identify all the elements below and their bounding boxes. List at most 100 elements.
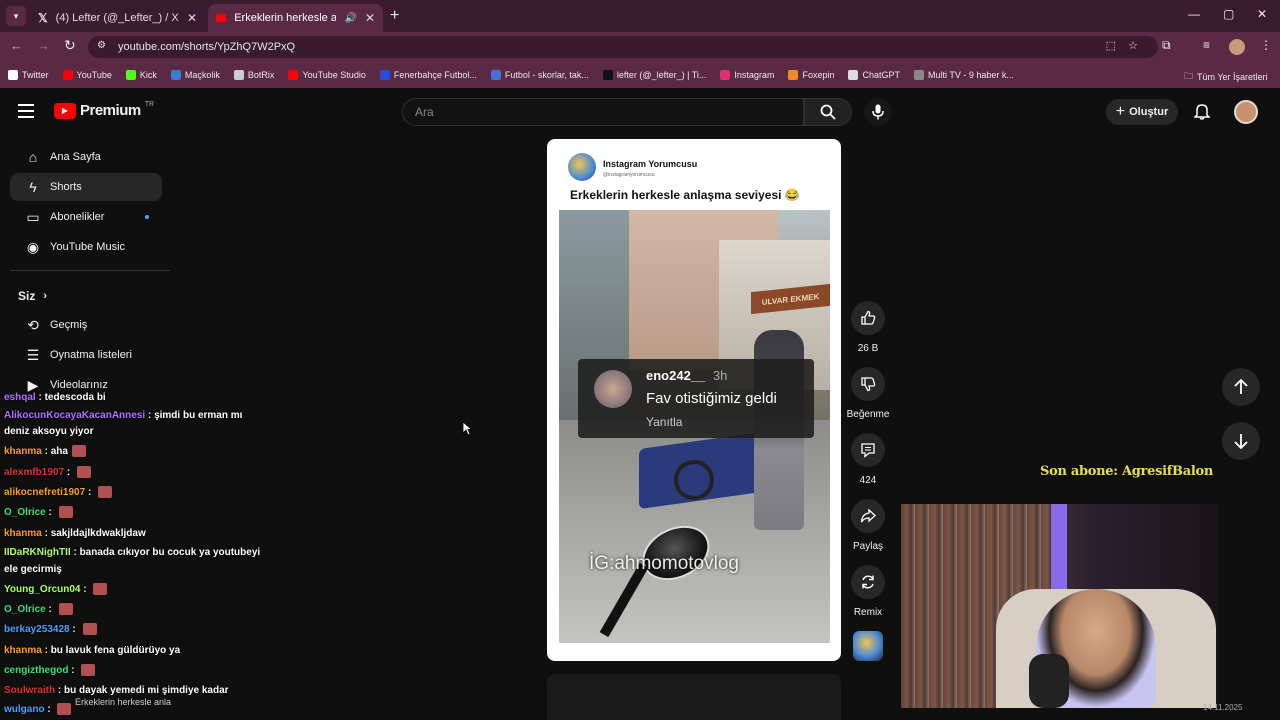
- sidebar-item-history[interactable]: ⟲ Geçmiş: [10, 311, 162, 339]
- sound-thumbnail[interactable]: [853, 631, 883, 661]
- chat-username: cengizthegod: [4, 665, 69, 676]
- bookmark-star-icon[interactable]: ☆: [1128, 39, 1138, 52]
- short-title: Erkeklerin herkesle anlaşma seviyesi 😂: [570, 188, 800, 202]
- like-button[interactable]: [851, 301, 885, 335]
- previous-short-button[interactable]: [1222, 368, 1260, 406]
- create-button[interactable]: + Oluştur: [1106, 99, 1178, 125]
- sidebar-section-you[interactable]: Siz ›: [18, 289, 47, 303]
- sidebar-item-music[interactable]: ◉ YouTube Music: [10, 233, 162, 261]
- sidebar-item-shorts[interactable]: ϟ Shorts: [10, 173, 162, 201]
- bookmark-item[interactable]: Futbol - skorlar, tak...: [490, 70, 589, 80]
- dislike-label: Beğenme: [846, 409, 890, 420]
- remix-button[interactable]: [851, 565, 885, 599]
- maximize-icon[interactable]: ▢: [1223, 7, 1234, 21]
- new-tab-button[interactable]: +: [390, 7, 399, 25]
- mouse-cursor-icon: [462, 421, 473, 441]
- youtube-play-icon: ▶: [54, 102, 76, 119]
- arrow-down-icon: [1234, 434, 1248, 449]
- voice-search-button[interactable]: [864, 98, 892, 126]
- sidebar-divider: [10, 270, 170, 271]
- like-action[interactable]: 26 B: [850, 301, 886, 354]
- chat-message: ele gecirmiş: [4, 560, 62, 579]
- bookmark-item[interactable]: Multi TV - 9 haber k...: [914, 70, 1014, 80]
- forward-icon[interactable]: →: [37, 38, 50, 53]
- search-input[interactable]: Ara: [402, 98, 804, 126]
- site-info-icon[interactable]: ⚙: [97, 40, 106, 51]
- bookmark-item[interactable]: lefter (@_lefter_) | Ti...: [602, 70, 706, 80]
- share-icon: [860, 508, 876, 523]
- profile-avatar[interactable]: [1229, 39, 1245, 55]
- install-icon[interactable]: ⬚: [1106, 39, 1116, 52]
- bookmark-item[interactable]: YouTube: [62, 70, 112, 80]
- browser-tab-bar: ▾ 𝕏 (4) Lefter (@_Lefter_) / X ✕ Erkekle…: [0, 0, 1280, 32]
- dislike-button[interactable]: [851, 367, 885, 401]
- share-action[interactable]: Paylaş: [850, 499, 886, 552]
- bookmark-item[interactable]: Kick: [125, 70, 157, 80]
- address-bar[interactable]: ⚙ youtube.com/shorts/YpZhQ7W2PxQ ⬚ ☆: [88, 36, 1158, 58]
- chat-message: O_Olrice :: [4, 503, 73, 522]
- thumbs-up-icon: [861, 310, 876, 325]
- hamburger-menu-icon[interactable]: [18, 104, 34, 118]
- close-icon[interactable]: ✕: [187, 11, 197, 25]
- chat-message: cengizthegod :: [4, 661, 96, 680]
- folder-icon: 🗀: [1184, 71, 1194, 81]
- bookmark-favicon-icon: [233, 70, 244, 80]
- chat-message: eshqal : tedescoda bi: [4, 392, 106, 403]
- cart-wheel: [674, 460, 714, 500]
- tab-label: Erkeklerin herkesle anlaşma: [234, 12, 337, 24]
- sidebar-item-home[interactable]: ⌂ Ana Sayfa: [10, 143, 162, 171]
- tab-youtube[interactable]: Erkeklerin herkesle anlaşma 🔊 ✕: [208, 4, 383, 32]
- reload-icon[interactable]: ↻: [64, 37, 76, 54]
- chat-username: O_Olrice: [4, 604, 46, 615]
- media-icon[interactable]: ≡: [1203, 38, 1210, 52]
- bookmark-item[interactable]: YouTube Studio: [288, 70, 366, 80]
- chat-username: IIDaRKNighTII: [4, 547, 71, 558]
- tab-list-icon[interactable]: ▾: [6, 6, 26, 26]
- search-button[interactable]: [804, 98, 852, 126]
- chat-text: aha: [50, 446, 68, 457]
- next-short-button[interactable]: [1222, 422, 1260, 460]
- channel-avatar[interactable]: [568, 153, 596, 181]
- account-avatar[interactable]: [1234, 100, 1258, 124]
- chat-message: wulgano :: [4, 700, 72, 719]
- speaker-icon[interactable]: 🔊: [344, 13, 356, 24]
- bookmark-item[interactable]: BotRix: [233, 70, 274, 80]
- chat-text: bu dayak yemedi mi şimdiye kadar: [64, 685, 229, 696]
- bookmark-favicon-icon: [720, 70, 731, 80]
- comments-action[interactable]: 424: [850, 433, 886, 486]
- webcam-overlay: [901, 504, 1219, 708]
- comments-button[interactable]: [851, 433, 885, 467]
- plus-icon: +: [1115, 103, 1126, 120]
- remix-action[interactable]: Remix: [850, 565, 886, 618]
- chat-message: khanma : bu lavuk fena güldürüyo ya: [4, 645, 181, 656]
- close-icon[interactable]: ✕: [365, 11, 375, 25]
- share-label: Paylaş: [852, 541, 883, 552]
- bookmark-item[interactable]: Fenerbahçe Futbol...: [379, 70, 477, 80]
- sidebar-item-playlist[interactable]: ☰ Oynatma listeleri: [10, 341, 162, 369]
- minimize-icon[interactable]: —: [1188, 7, 1200, 21]
- notifications-icon[interactable]: [1193, 103, 1211, 125]
- remix-icon: [862, 575, 874, 589]
- sidebar-item-subscriptions[interactable]: ▭ Abonelikler: [10, 203, 162, 231]
- menu-icon[interactable]: ⋮: [1260, 38, 1272, 52]
- bookmark-item[interactable]: Twitter: [8, 70, 49, 80]
- tab-x[interactable]: 𝕏 (4) Lefter (@_Lefter_) / X ✕: [30, 4, 205, 32]
- next-short-preview[interactable]: [547, 674, 841, 720]
- share-button[interactable]: [851, 499, 885, 533]
- bookmark-item[interactable]: Instagram: [720, 70, 774, 80]
- dislike-action[interactable]: Beğenme: [847, 367, 889, 420]
- comment-text: Fav otistiğimiz geldi: [646, 390, 777, 407]
- search-icon: [820, 104, 836, 120]
- bookmark-item[interactable]: Foxepin: [788, 70, 834, 80]
- bookmark-favicon-icon: [170, 70, 181, 80]
- youtube-premium-logo[interactable]: ▶ Premium TR: [54, 101, 154, 119]
- all-bookmarks[interactable]: 🗀 Tüm Yer İşaretleri: [1184, 69, 1268, 85]
- back-icon[interactable]: ←: [10, 38, 23, 53]
- shorts-icon: ϟ: [29, 179, 37, 195]
- bookmark-item[interactable]: ChatGPT: [848, 70, 900, 80]
- extensions-icon[interactable]: ⧉: [1162, 38, 1171, 53]
- chat-username: wulgano: [4, 704, 45, 715]
- bookmark-item[interactable]: Maçkolik: [170, 70, 220, 80]
- channel-name[interactable]: Instagram Yorumcusu: [603, 159, 697, 169]
- close-window-icon[interactable]: ✕: [1257, 7, 1267, 21]
